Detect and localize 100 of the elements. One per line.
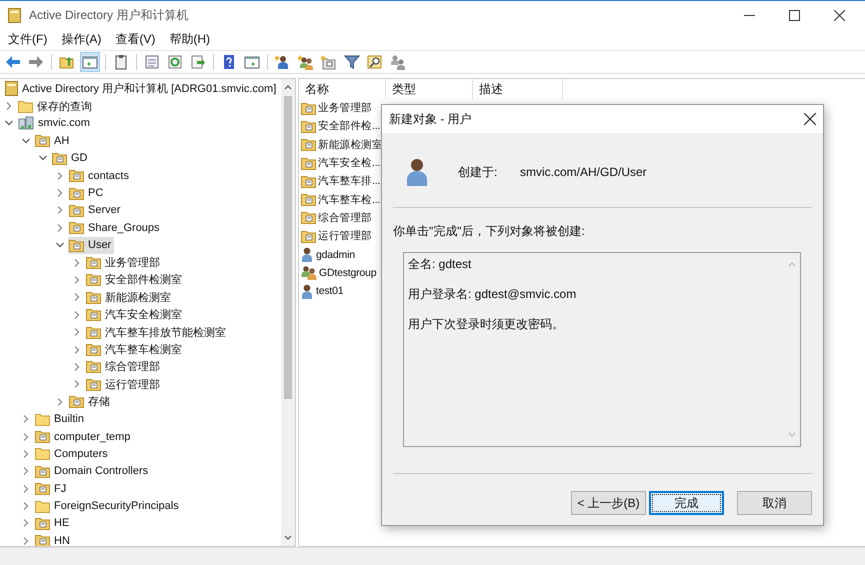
folder-icon: [301, 102, 316, 115]
chevron-right-icon[interactable]: [72, 362, 82, 372]
users-icon: [301, 265, 317, 280]
tree-item[interactable]: PC: [68, 184, 106, 202]
chevron-right-icon[interactable]: [72, 258, 82, 268]
book-icon: [5, 81, 18, 96]
chevron-right-icon[interactable]: [21, 518, 31, 528]
window-title: Active Directory 用户和计算机: [29, 7, 188, 24]
tree-item[interactable]: HN: [34, 532, 73, 546]
chevron-right-icon[interactable]: [21, 501, 31, 512]
list-item[interactable]: 业务管理部: [301, 101, 372, 116]
column-header[interactable]: 名称: [299, 79, 386, 99]
chevron-right-icon[interactable]: [55, 222, 65, 233]
list-item[interactable]: 汽车安全检...: [301, 156, 380, 170]
scrollbar[interactable]: [281, 79, 295, 546]
chevron-right-icon[interactable]: [55, 396, 65, 407]
folder-icon: [301, 138, 316, 152]
folder-icon: [69, 395, 84, 408]
scroll-down-icon[interactable]: [284, 535, 292, 541]
tree-item[interactable]: Domain Controllers: [34, 462, 152, 480]
dialog-button[interactable]: 完成: [649, 491, 724, 515]
chevron-right-icon[interactable]: [72, 344, 82, 355]
tree-item[interactable]: Builtin: [34, 410, 87, 428]
user-icon: [406, 158, 428, 186]
folder-icon: [86, 343, 101, 356]
list-item[interactable]: 汽车整车检...: [301, 192, 380, 207]
tree-item[interactable]: Share_Groups: [68, 219, 163, 236]
dialog-button[interactable]: 取消: [737, 491, 812, 515]
tree-item[interactable]: Computers: [34, 445, 111, 462]
list-item[interactable]: 安全部件检...: [301, 119, 380, 134]
chevron-right-icon[interactable]: [21, 414, 31, 424]
tree-item[interactable]: Active Directory 用户和计算机 [ADRG01.smvic.com]: [4, 80, 280, 98]
folder-icon: [69, 221, 84, 234]
chevron-right-icon[interactable]: [72, 292, 82, 302]
tree-item[interactable]: HE: [34, 514, 72, 532]
list-item[interactable]: GDtestgroup: [301, 265, 376, 280]
list-item[interactable]: 汽车整车排...: [301, 174, 380, 188]
chevron-right-icon[interactable]: [72, 379, 82, 390]
tree-item[interactable]: 新能源检测室: [85, 288, 174, 306]
menu-item[interactable]: 帮助(H): [169, 30, 210, 48]
tree-item[interactable]: FJ: [34, 480, 70, 498]
scroll-up-icon: [788, 261, 796, 267]
dialog-button[interactable]: < 上一步(B): [571, 491, 646, 515]
folder-icon: [35, 430, 50, 443]
tree-item[interactable]: 运行管理部: [85, 376, 163, 393]
chevron-right-icon[interactable]: [21, 536, 31, 546]
chevron-right-icon[interactable]: [21, 484, 31, 494]
tree-item[interactable]: 保存的查询: [17, 98, 95, 115]
chevron-right-icon[interactable]: [21, 448, 31, 459]
close-icon[interactable]: [834, 10, 845, 21]
list-item[interactable]: test01: [301, 284, 344, 299]
chevron-right-icon[interactable]: [55, 205, 65, 216]
tree-item[interactable]: 综合管理部: [85, 358, 163, 376]
tree-item[interactable]: contacts: [68, 167, 132, 184]
tree-item[interactable]: 汽车整车检测室: [85, 341, 185, 358]
tree-item[interactable]: smvic.com: [17, 114, 93, 132]
tree-item[interactable]: 业务管理部: [85, 254, 163, 272]
tree-item[interactable]: computer_temp: [34, 428, 134, 445]
folder-icon: [35, 464, 50, 478]
console-tree-icon[interactable]: [80, 52, 100, 72]
folder-icon: [86, 308, 101, 322]
column-header[interactable]: 描述: [473, 79, 563, 99]
list-item[interactable]: gdadmin: [301, 247, 355, 262]
chevron-right-icon[interactable]: [55, 170, 65, 181]
folder-icon: [35, 134, 50, 148]
tree-item[interactable]: Server: [68, 202, 124, 219]
tree-item[interactable]: 安全部件检测室: [85, 271, 185, 288]
folder-icon: [301, 120, 316, 133]
column-header[interactable]: 类型: [386, 79, 473, 99]
folder-icon: [86, 273, 101, 286]
folder-icon: [69, 169, 84, 182]
folder-icon: [35, 500, 50, 513]
tree-item[interactable]: ForeignSecurityPrincipals: [34, 498, 182, 515]
tree-item[interactable]: User: [68, 236, 114, 254]
menu-item[interactable]: 操作(A): [61, 30, 102, 48]
chevron-right-icon[interactable]: [72, 310, 82, 320]
menu-item[interactable]: 查看(V): [115, 30, 156, 48]
chevron-down-icon[interactable]: [21, 136, 31, 146]
scroll-up-icon[interactable]: [284, 84, 292, 90]
tree-item[interactable]: 存储: [68, 393, 113, 410]
folder-icon: [69, 186, 84, 200]
folder-icon: [301, 156, 316, 170]
tree-item[interactable]: GD: [51, 150, 90, 167]
tree-item[interactable]: 汽车整车排放节能检测室: [85, 324, 229, 341]
tree-item[interactable]: 汽车安全检测室: [85, 306, 185, 324]
list-item[interactable]: 运行管理部: [301, 229, 372, 244]
list-item[interactable]: 综合管理部: [301, 210, 372, 225]
folder-icon: [86, 326, 101, 339]
menu-item[interactable]: 文件(F): [8, 30, 48, 48]
chevron-right-icon[interactable]: [21, 466, 31, 476]
folder-icon: [86, 290, 101, 304]
maximize-icon[interactable]: [789, 10, 800, 21]
close-icon[interactable]: [804, 113, 816, 125]
chevron-right-icon[interactable]: [21, 432, 31, 442]
chevron-right-icon[interactable]: [4, 101, 14, 112]
tree-item[interactable]: AH: [34, 132, 72, 150]
chevron-right-icon[interactable]: [72, 274, 82, 285]
chevron-right-icon[interactable]: [55, 188, 65, 198]
summary-line: 用户下次登录时须更改密码。: [408, 316, 565, 333]
chevron-right-icon[interactable]: [72, 327, 82, 338]
